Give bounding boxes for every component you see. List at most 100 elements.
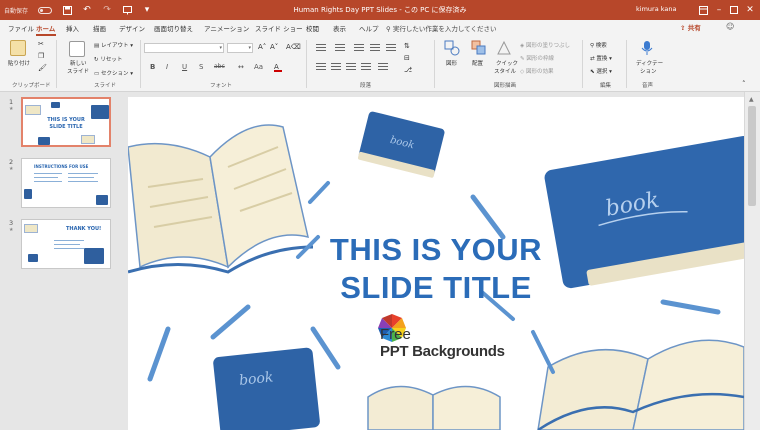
copy-icon[interactable]: ❐: [38, 52, 44, 60]
align-right-icon[interactable]: [346, 63, 356, 70]
shape-outline-button[interactable]: ✎ 図形の枠線: [520, 54, 554, 62]
scroll-thumb[interactable]: [748, 106, 756, 206]
user-name[interactable]: kimura kana: [636, 5, 676, 13]
shadow-button[interactable]: S: [199, 63, 203, 71]
font-color-icon[interactable]: A: [274, 63, 282, 72]
ribbon-separator: [140, 40, 141, 88]
tab-animations[interactable]: アニメーション: [204, 23, 249, 33]
slide-canvas[interactable]: book book book THIS IS YOUR SLIDE TITLE …: [128, 97, 744, 430]
slide-number: 2: [9, 158, 14, 166]
shapes-icon[interactable]: [444, 40, 460, 56]
shrink-font-icon[interactable]: A˅: [270, 43, 278, 51]
numbering-icon[interactable]: [335, 44, 345, 51]
tab-help[interactable]: ヘルプ: [359, 23, 379, 33]
slide-title[interactable]: THIS IS YOUR SLIDE TITLE: [316, 231, 556, 307]
logo-text-ppt-backgrounds: PPT Backgrounds: [380, 343, 505, 360]
tell-me-search[interactable]: ⚲ 実行したい作業を入力してください: [386, 23, 496, 33]
shape-effects-button[interactable]: ◇ 図形の効果: [520, 67, 554, 75]
quick-styles-label-1[interactable]: クイック: [496, 59, 518, 67]
autosave-toggle[interactable]: [38, 6, 53, 14]
open-book-illustration: [128, 124, 314, 274]
ribbon-separator: [306, 40, 307, 88]
tab-insert[interactable]: 挿入: [66, 23, 79, 33]
underline-button[interactable]: U: [182, 63, 187, 71]
thumb-title: SLIDE TITLE: [49, 124, 83, 130]
change-case-icon[interactable]: Aa: [254, 63, 263, 71]
strikethrough-button[interactable]: abc: [214, 63, 225, 70]
justify-icon[interactable]: [361, 63, 371, 70]
section-button[interactable]: ▭ セクション ▾: [94, 69, 133, 77]
new-slide-label-2[interactable]: スライド: [67, 67, 89, 75]
tab-file[interactable]: ファイル: [8, 23, 34, 33]
paste-icon[interactable]: [10, 40, 26, 56]
dictate-label-2[interactable]: ション: [640, 67, 657, 75]
paste-button[interactable]: 貼り付け: [8, 59, 30, 67]
minimize-icon[interactable]: –: [712, 3, 726, 17]
close-icon[interactable]: ✕: [743, 3, 757, 17]
slide-thumbnail-3[interactable]: THANK YOU!: [21, 219, 111, 269]
align-text-icon[interactable]: ⊟: [404, 54, 410, 62]
italic-button[interactable]: I: [166, 63, 168, 71]
increase-indent-icon[interactable]: [370, 44, 380, 51]
microphone-icon[interactable]: [639, 40, 655, 56]
grow-font-icon[interactable]: A˄: [258, 43, 266, 51]
thumb-title: THIS IS YOUR: [47, 117, 85, 123]
format-painter-icon[interactable]: 🖌: [38, 64, 47, 72]
collapse-ribbon-icon[interactable]: ˄: [742, 80, 746, 88]
share-button[interactable]: ⇪ 共有: [680, 22, 701, 32]
smartart-icon[interactable]: ⎇: [404, 66, 412, 74]
group-label-slides: スライド: [94, 83, 117, 89]
new-slide-icon[interactable]: [69, 41, 85, 57]
quick-styles-icon[interactable]: [496, 40, 512, 56]
closed-book-illustration: book: [213, 347, 320, 430]
scroll-up-icon[interactable]: ▲: [749, 96, 754, 103]
arrange-icon[interactable]: [471, 40, 487, 56]
slide-thumbnail-2[interactable]: INSTRUCTIONS FOR USE: [21, 158, 111, 208]
tab-home[interactable]: ホーム: [36, 23, 55, 33]
tab-review[interactable]: 校閲: [306, 23, 319, 33]
find-button[interactable]: ⚲ 検索: [590, 41, 607, 49]
comments-icon[interactable]: ☺: [726, 22, 734, 31]
reset-button[interactable]: ↻ リセット: [94, 55, 122, 63]
new-slide-label-1[interactable]: 新しい: [70, 59, 87, 67]
tab-slideshow[interactable]: スライド ショー: [255, 23, 303, 33]
vertical-scrollbar[interactable]: ▲: [744, 92, 760, 430]
slide-thumbnail-1[interactable]: THIS IS YOUR SLIDE TITLE: [21, 97, 111, 147]
ribbon-separator: [434, 40, 435, 88]
decrease-indent-icon[interactable]: [354, 44, 364, 51]
font-family-select[interactable]: ▾: [144, 43, 224, 53]
text-direction-icon[interactable]: ⇅: [404, 42, 410, 50]
font-size-select[interactable]: ▾: [227, 43, 253, 53]
align-left-icon[interactable]: [316, 63, 326, 70]
start-slideshow-icon[interactable]: [122, 5, 132, 15]
char-spacing-icon[interactable]: ↔: [238, 63, 244, 71]
quick-styles-label-2[interactable]: スタイル: [494, 67, 516, 75]
customize-qat-icon[interactable]: ▾: [142, 5, 152, 15]
clear-formatting-icon[interactable]: A⌫: [286, 43, 301, 51]
tab-draw[interactable]: 描画: [93, 23, 106, 33]
dictate-label-1[interactable]: ディクテー: [636, 59, 663, 67]
ribbon-display-icon[interactable]: [696, 3, 710, 17]
replace-button[interactable]: ⇄ 置換 ▾: [590, 54, 612, 62]
slide-number: 1: [9, 98, 14, 106]
undo-icon[interactable]: ↶: [82, 5, 92, 15]
arrange-button[interactable]: 配置: [472, 59, 483, 67]
save-icon[interactable]: [62, 5, 72, 15]
align-center-icon[interactable]: [331, 63, 341, 70]
line-spacing-icon[interactable]: [386, 44, 396, 51]
layout-button[interactable]: ▤ レイアウト ▾: [94, 41, 133, 49]
select-button[interactable]: ⬉ 選択 ▾: [590, 67, 612, 75]
bullets-icon[interactable]: [316, 44, 326, 51]
maximize-icon[interactable]: [727, 3, 741, 17]
tab-transitions[interactable]: 画面切り替え: [154, 23, 193, 33]
group-label-clipboard: クリップボード: [12, 83, 51, 89]
bold-button[interactable]: B: [150, 63, 155, 71]
shape-fill-button[interactable]: ◈ 図形の塗りつぶし: [520, 41, 570, 49]
columns-icon[interactable]: [378, 63, 388, 70]
ribbon-separator: [56, 40, 57, 88]
redo-icon[interactable]: ↷: [102, 5, 112, 15]
cut-icon[interactable]: ✂: [38, 40, 44, 48]
tab-design[interactable]: デザイン: [119, 23, 145, 33]
tab-view[interactable]: 表示: [333, 23, 346, 33]
shapes-button[interactable]: 図形: [446, 59, 457, 67]
